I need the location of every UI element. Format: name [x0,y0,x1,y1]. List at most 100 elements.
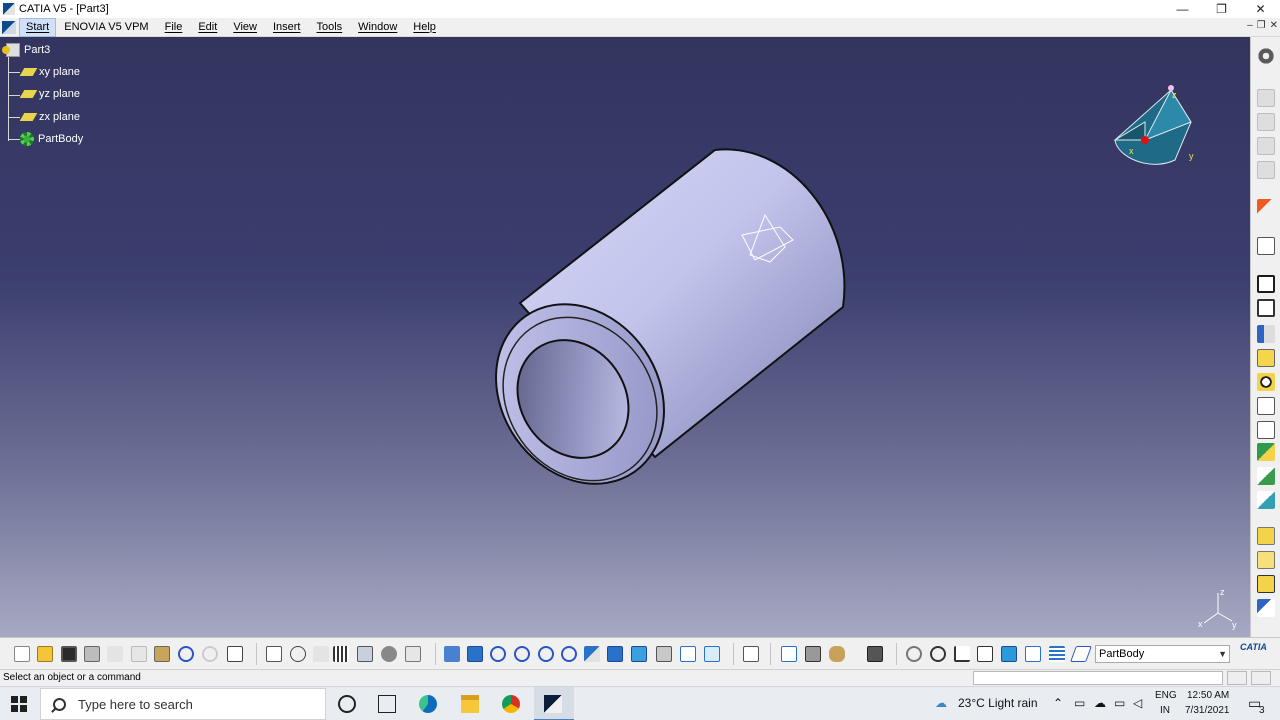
draft-icon[interactable] [1257,527,1275,545]
chamfer-icon[interactable] [1257,491,1275,509]
close-button[interactable]: ✕ [1241,0,1280,18]
formula-icon[interactable] [266,646,282,662]
measure-inertia-icon[interactable] [829,646,845,662]
status-button[interactable] [1227,671,1247,685]
axis-system-icon[interactable] [954,646,970,662]
tool-disabled-icon[interactable] [1257,113,1275,131]
view-mode-icon[interactable] [930,646,946,662]
grid-icon[interactable] [977,646,993,662]
shell-icon[interactable] [1257,551,1275,569]
apply-material-icon[interactable] [906,646,922,662]
snap-icon[interactable] [1001,646,1017,662]
work-object-icon[interactable] [1070,646,1092,662]
doc-restore-button[interactable]: ❐ [1257,20,1266,31]
3d-viewport[interactable]: Part3 xy plane yz plane zx plane PartBod… [0,37,1250,637]
menu-view[interactable]: View [225,18,265,37]
tray-network-icon[interactable]: ▭ [1074,696,1085,710]
menu-insert[interactable]: Insert [265,18,309,37]
groove-icon[interactable] [1257,349,1275,367]
pad-icon[interactable] [1257,275,1275,293]
command-input[interactable] [973,671,1223,685]
restore-button[interactable]: ❐ [1202,0,1241,18]
menu-enovia[interactable]: ENOVIA V5 VPM [56,18,156,37]
windows-start-icon[interactable] [11,696,27,712]
rotate-icon[interactable] [514,646,530,662]
menu-help[interactable]: Help [405,18,444,37]
measure-item-icon[interactable] [805,646,821,662]
pan-icon[interactable] [490,646,506,662]
catia-taskbar-button[interactable] [534,687,574,720]
tool-disabled-icon[interactable] [1257,137,1275,155]
fit-all-icon[interactable] [467,646,483,662]
thickness-icon[interactable] [1257,575,1275,593]
fly-mode-icon[interactable] [444,646,460,662]
knowledge-icon[interactable] [381,646,397,662]
update-icon[interactable] [743,646,759,662]
cylinder-body[interactable] [462,148,846,516]
zoom-in-icon[interactable] [538,646,554,662]
print-icon[interactable] [84,646,100,662]
settings-gear-icon[interactable] [1257,47,1275,65]
whats-this-icon[interactable] [227,646,243,662]
thread-icon[interactable] [1257,599,1275,617]
multi-section-solid-icon[interactable] [1257,443,1275,461]
part-model[interactable] [0,37,1250,637]
battery-icon[interactable]: ▭ [1114,696,1125,710]
doc-close-button[interactable]: ✕ [1270,20,1278,31]
catalog-icon[interactable] [357,646,373,662]
minimize-button[interactable]: — [1163,0,1202,18]
shaft-icon[interactable] [1257,325,1275,343]
current-body-select[interactable]: PartBody ▼ [1095,645,1230,663]
multi-view-icon[interactable] [607,646,623,662]
menu-file[interactable]: File [157,18,191,37]
tool-disabled-icon[interactable] [1257,161,1275,179]
document-icon[interactable] [2,20,16,34]
redo-icon[interactable] [202,646,218,662]
save-icon[interactable] [61,646,77,662]
weather-icon[interactable]: ☁ [935,696,947,710]
menu-window[interactable]: Window [350,18,405,37]
taskbar-search-box[interactable]: Type here to search [40,688,326,720]
table-icon[interactable] [333,646,349,662]
menu-start[interactable]: Start [19,17,57,37]
file-explorer-icon[interactable] [461,695,479,713]
compass-widget[interactable]: x y z [1105,82,1200,172]
shading-icon[interactable] [656,646,672,662]
task-view-icon[interactable] [378,695,396,713]
clock-date[interactable]: 7/31/2021 [1185,705,1230,716]
volume-icon[interactable]: ◁ [1133,696,1142,710]
edge-fillet-icon[interactable] [1257,467,1275,485]
status-button[interactable] [1251,671,1271,685]
edge-browser-icon[interactable] [419,695,437,713]
measure-between-icon[interactable] [781,646,797,662]
hole-icon[interactable] [1257,373,1275,391]
weather-text[interactable]: 23°C Light rain [958,696,1038,710]
hide-show-icon[interactable] [680,646,696,662]
normal-view-icon[interactable] [584,646,600,662]
tool-disabled-icon[interactable] [1257,89,1275,107]
geometry-construction-icon[interactable] [1025,646,1041,662]
swap-visible-space-icon[interactable] [704,646,720,662]
chrome-browser-icon[interactable] [502,695,520,713]
design-table-icon[interactable] [405,646,421,662]
constraint-icon[interactable] [1049,646,1065,662]
copy-icon[interactable] [131,646,147,662]
menu-tools[interactable]: Tools [308,18,350,37]
paste-icon[interactable] [154,646,170,662]
clock-time[interactable]: 12:50 AM [1187,690,1229,701]
new-icon[interactable] [14,646,30,662]
open-icon[interactable] [37,646,53,662]
rib-icon[interactable] [1257,397,1275,415]
language-indicator[interactable]: ENG [1155,690,1177,701]
undo-icon[interactable] [178,646,194,662]
capture-icon[interactable] [867,646,883,662]
slot-icon[interactable] [1257,421,1275,439]
tray-chevron-up-icon[interactable]: ⌃ [1053,696,1063,710]
cut-icon[interactable] [107,646,123,662]
law-icon[interactable] [313,646,329,662]
tray-cloud-icon[interactable]: ☁ [1094,696,1106,710]
select-arrow-icon[interactable] [1257,199,1275,217]
menu-edit[interactable]: Edit [190,18,225,37]
comment-icon[interactable] [290,646,306,662]
isometric-view-icon[interactable] [631,646,647,662]
